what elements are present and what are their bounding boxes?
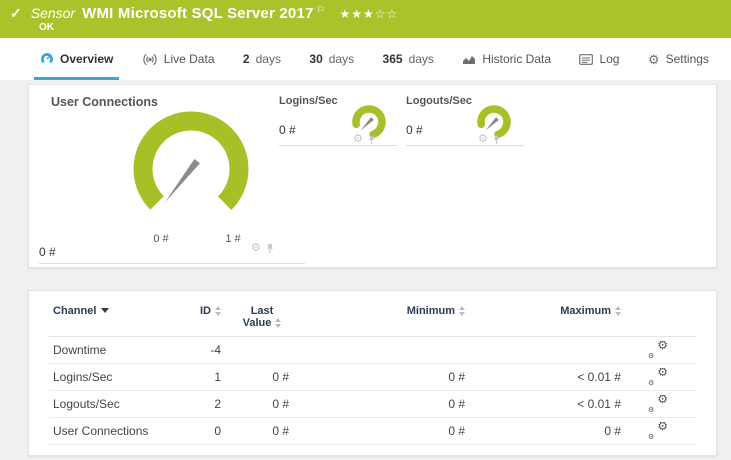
pin-icon[interactable] xyxy=(367,135,376,145)
gauges-panel: User Connections 0 # 1 # 0 # ⚙ Logins/Se… xyxy=(28,84,717,268)
status-badge: OK xyxy=(39,22,54,33)
cell-max: 0 # xyxy=(604,424,621,438)
cell-channel: Logouts/Sec xyxy=(53,397,120,411)
channel-settings-gears-icon[interactable]: ⚙ ⚙ xyxy=(648,395,668,413)
cell-min: 0 # xyxy=(448,424,465,438)
cell-channel: User Connections xyxy=(53,424,149,438)
column-header-maximum[interactable]: Maximum xyxy=(465,305,621,317)
page-title: WMI Microsoft SQL Server 2017 xyxy=(82,5,314,22)
live-broadcast-icon xyxy=(142,53,158,66)
tab-live-data[interactable]: Live Data xyxy=(136,38,221,80)
logouts-value: 0 # xyxy=(406,123,423,137)
pin-icon[interactable] xyxy=(492,135,501,145)
tab-2-days[interactable]: 2 days xyxy=(237,38,287,80)
gear-icon[interactable]: ⚙ xyxy=(478,134,488,145)
user-connections-gauge xyxy=(133,111,249,227)
channel-settings-gears-icon[interactable]: ⚙ ⚙ xyxy=(648,422,668,440)
divider xyxy=(39,263,305,264)
user-connections-value: 0 # xyxy=(39,245,56,259)
cell-min: 0 # xyxy=(448,397,465,411)
cell-id: 1 xyxy=(214,370,221,384)
cell-max: < 0.01 # xyxy=(577,397,621,411)
gauge-scale-min: 0 # xyxy=(153,233,169,245)
logins-gauge-title: Logins/Sec xyxy=(279,95,338,107)
cell-last: 0 # xyxy=(272,370,289,384)
cell-channel: Logins/Sec xyxy=(53,370,113,384)
gear-icon: ⚙ xyxy=(647,51,660,67)
sort-desc-icon xyxy=(101,308,110,313)
cell-min: 0 # xyxy=(448,370,465,384)
tab-bar: Overview Live Data 2 days 30 days 365 da… xyxy=(0,38,731,80)
column-header-id[interactable]: ID xyxy=(169,305,221,317)
cell-id: 0 xyxy=(214,424,221,438)
tab-overview[interactable]: Overview xyxy=(34,38,120,80)
flag-icon[interactable]: ⚐ xyxy=(317,5,326,16)
table-row[interactable]: Downtime -4 ⚙ ⚙ xyxy=(49,337,696,364)
cell-id: 2 xyxy=(214,397,221,411)
tab-365-days[interactable]: 365 days xyxy=(377,38,440,80)
channels-table: Channel ID Last Value Minimum Maximum Do… xyxy=(28,290,717,456)
priority-stars[interactable]: ★★★☆☆ xyxy=(340,7,399,21)
column-header-channel[interactable]: Channel xyxy=(49,305,169,317)
gear-icon[interactable]: ⚙ xyxy=(353,134,363,145)
pin-icon[interactable] xyxy=(265,243,275,254)
sort-icon xyxy=(275,318,282,329)
column-header-last-value[interactable]: Last Value xyxy=(221,305,289,329)
cell-last: 0 # xyxy=(272,424,289,438)
table-body: Downtime -4 ⚙ ⚙ Logins/Sec 1 0 #0 # < 0.01 # ⚙ ⚙ L… xyxy=(49,337,696,445)
tab-30-days[interactable]: 30 days xyxy=(303,38,360,80)
content-area: User Connections 0 # 1 # 0 # ⚙ Logins/Se… xyxy=(0,80,731,456)
column-header-minimum[interactable]: Minimum xyxy=(289,305,465,317)
cell-channel: Downtime xyxy=(53,343,107,357)
status-ok-check-icon: ✓ xyxy=(10,5,22,21)
table-header-row: Channel ID Last Value Minimum Maximum xyxy=(49,291,696,337)
log-list-icon xyxy=(579,53,594,65)
logins-value: 0 # xyxy=(279,123,296,137)
tab-historic-data[interactable]: Historic Data xyxy=(456,38,557,80)
tab-settings[interactable]: ⚙ Settings xyxy=(642,38,715,80)
gauge-scale-max: 1 # xyxy=(225,233,241,245)
gauge-icon xyxy=(40,52,54,66)
table-row[interactable]: User Connections 0 0 # 0 # 0 # ⚙ ⚙ xyxy=(49,418,696,445)
table-row[interactable]: Logouts/Sec 2 0 # 0 # < 0.01 # ⚙ ⚙ xyxy=(49,391,696,418)
sensor-header: ✓ Sensor WMI Microsoft SQL Server 2017 ⚐… xyxy=(0,0,731,38)
sort-icon xyxy=(615,306,621,317)
divider xyxy=(406,145,524,146)
channel-settings-gears-icon[interactable]: ⚙ ⚙ xyxy=(648,368,668,386)
channel-settings-gears-icon[interactable]: ⚙ ⚙ xyxy=(648,341,668,359)
divider xyxy=(279,145,397,146)
cell-last: 0 # xyxy=(272,397,289,411)
cell-max: < 0.01 # xyxy=(577,370,621,384)
logouts-gauge-title: Logouts/Sec xyxy=(406,95,473,107)
area-chart-icon xyxy=(462,54,476,65)
tab-log[interactable]: Log xyxy=(573,38,625,80)
table-row[interactable]: Logins/Sec 1 0 # 0 # < 0.01 # ⚙ ⚙ xyxy=(49,364,696,391)
gear-icon[interactable]: ⚙ xyxy=(251,243,261,254)
cell-id: -4 xyxy=(210,343,221,357)
sensor-type-label: Sensor xyxy=(30,5,76,21)
